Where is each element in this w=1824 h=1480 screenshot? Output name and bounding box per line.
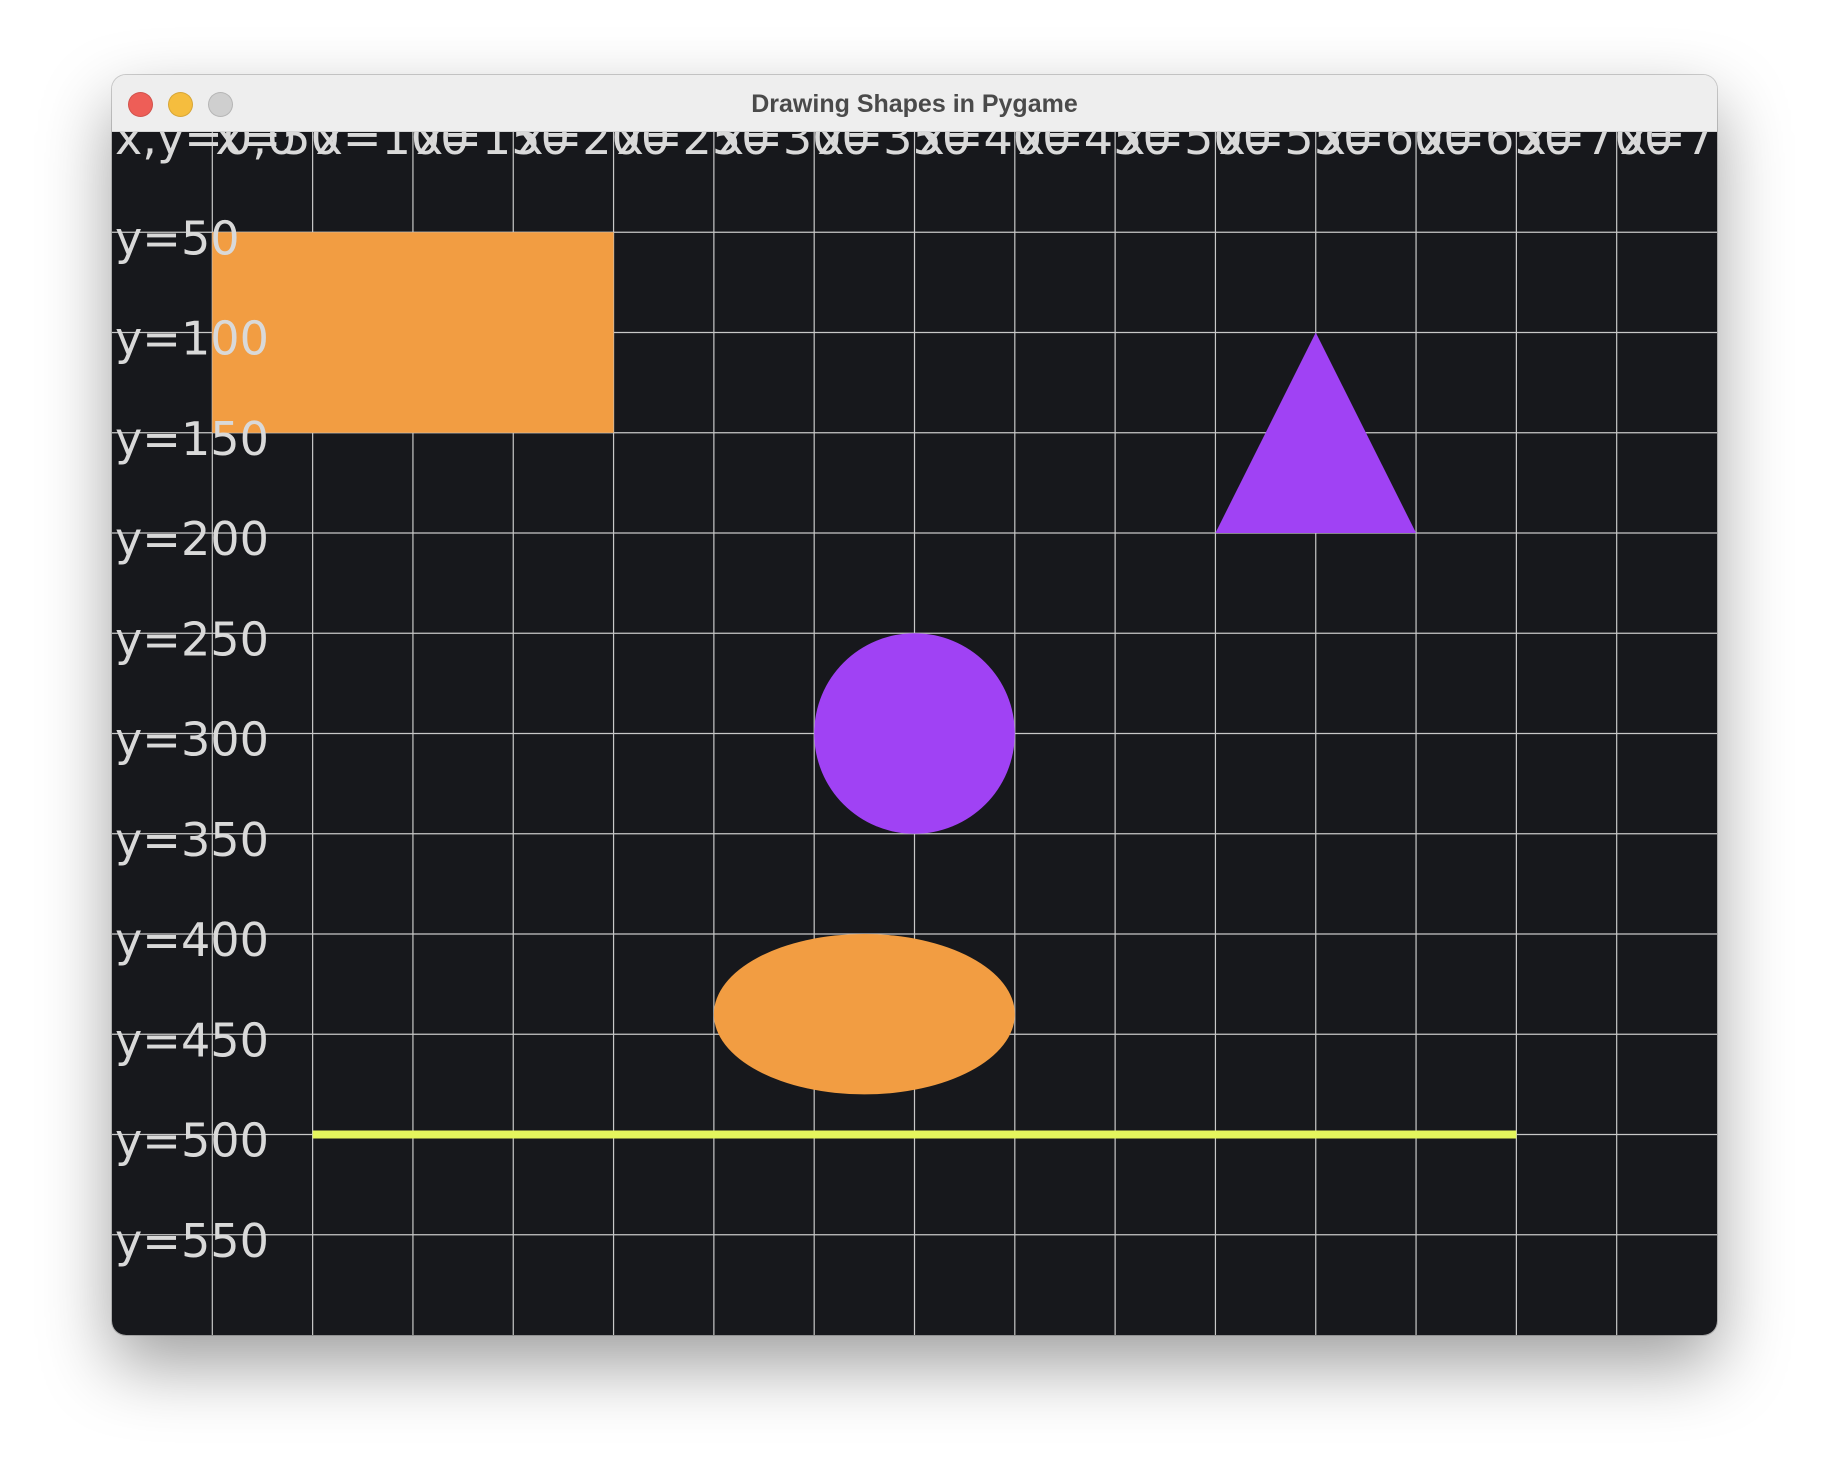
y-axis-label: y=200: [115, 512, 269, 566]
y-axis-label: y=100: [115, 312, 269, 366]
y-axis-label: y=450: [115, 1013, 269, 1067]
x-axis-label: x=750: [1620, 132, 1717, 165]
orange-rectangle: [212, 232, 614, 433]
y-axis-label: y=550: [115, 1214, 269, 1268]
y-axis-label: y=300: [115, 713, 269, 767]
orange-ellipse: [713, 934, 1015, 1095]
y-axis-label: y=350: [115, 813, 269, 867]
drawing-surface: x,y=0,0 x=50x=100x=150x=200x=250x=300x=3…: [112, 132, 1717, 1335]
pygame-canvas[interactable]: x,y=0,0 x=50 x=100 x=150 x=200 x=250 x=300 x=3…: [112, 132, 1717, 1335]
app-window: Drawing Shapes in Pygame x,y=0,0 x=50 x=1…: [112, 75, 1717, 1335]
y-axis-label: y=50: [115, 211, 240, 265]
y-axis-label: y=500: [115, 1114, 269, 1168]
window-title: Drawing Shapes in Pygame: [751, 90, 1078, 118]
purple-circle: [814, 633, 1015, 834]
title-bar[interactable]: Drawing Shapes in Pygame: [112, 75, 1717, 132]
y-axis-label: y=400: [115, 913, 269, 967]
y-axis-label: y=250: [115, 612, 269, 666]
y-axis-label: y=150: [115, 412, 269, 466]
